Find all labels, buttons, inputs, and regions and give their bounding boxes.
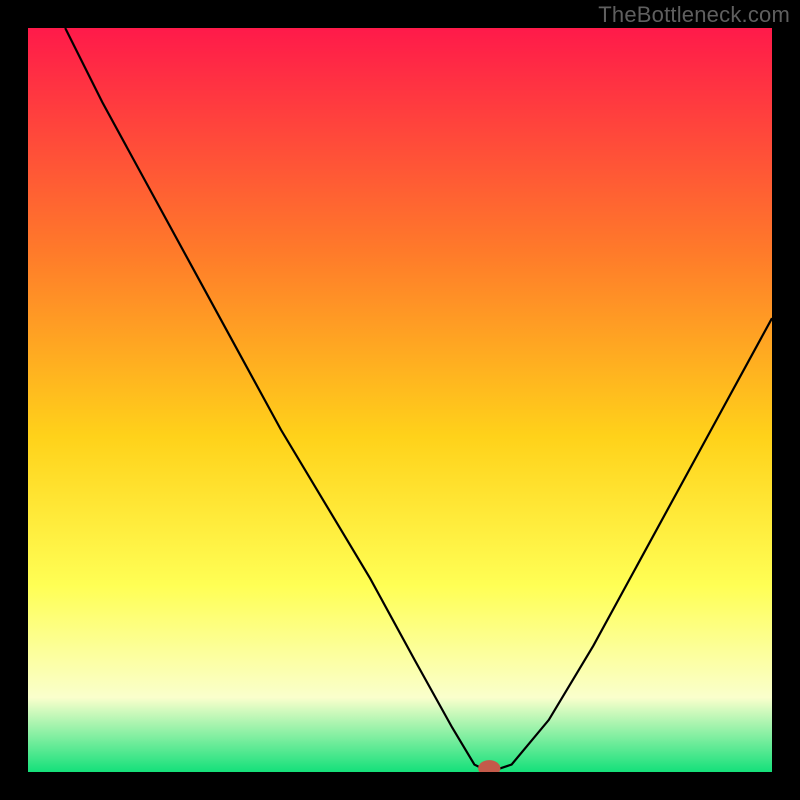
chart-svg [28, 28, 772, 772]
watermark-text: TheBottleneck.com [598, 2, 790, 28]
plot-area [28, 28, 772, 772]
chart-frame: TheBottleneck.com [0, 0, 800, 800]
gradient-rect [28, 28, 772, 772]
